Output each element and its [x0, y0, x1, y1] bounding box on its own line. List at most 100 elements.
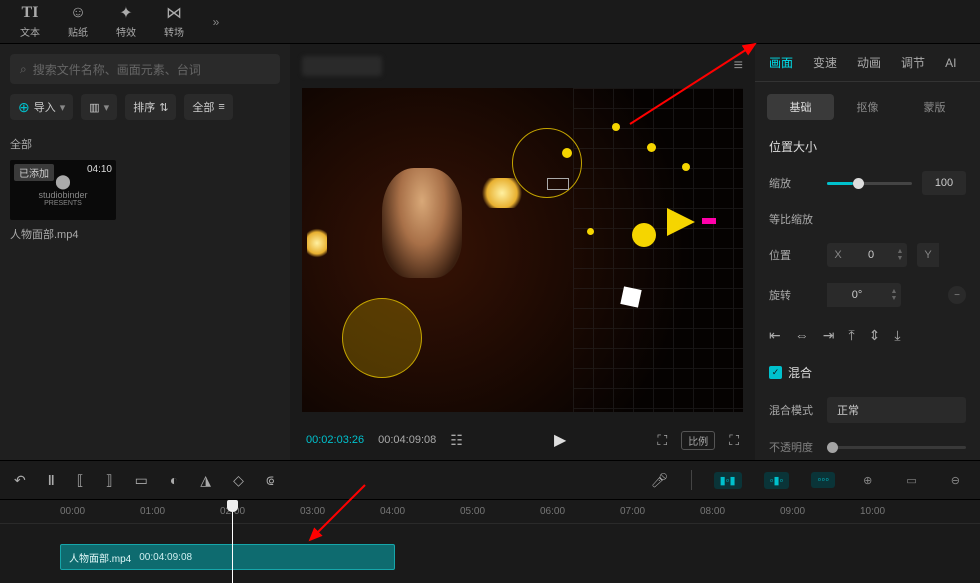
ruler-tick: 00:00 — [60, 506, 85, 517]
tab-adjust[interactable]: 调节 — [891, 44, 935, 82]
timeline[interactable]: 00:00 01:00 02:00 03:00 04:00 05:00 06:0… — [0, 500, 980, 583]
align-right-icon[interactable]: ⇥ — [823, 327, 835, 344]
preview-header: ≡ — [290, 44, 755, 88]
opacity-slider[interactable] — [827, 446, 966, 449]
rotate-icon[interactable]: ◇ — [233, 472, 244, 489]
added-badge: 已添加 — [14, 164, 54, 181]
ruler-tick: 01:00 — [140, 506, 165, 517]
media-toolbar: ⊕ 导入 ▾ ▥ ▾ 排序 ⇅ 全部 ≡ — [10, 94, 280, 120]
import-button[interactable]: ⊕ 导入 ▾ — [10, 94, 73, 120]
ruler-tick: 07:00 — [620, 506, 645, 517]
play-button[interactable]: ▶ — [554, 430, 566, 450]
position-y-input[interactable]: Y — [917, 243, 939, 267]
sort-button[interactable]: 排序 ⇅ — [125, 94, 176, 120]
tab-effects[interactable]: ✦ 特效 — [104, 2, 148, 42]
opacity-row: 不透明度 — [769, 439, 966, 455]
position-row: 位置 X 0 ▲▼ Y — [769, 243, 966, 267]
preview-canvas[interactable] — [302, 88, 743, 412]
record-icon[interactable]: ◐ — [170, 472, 178, 488]
filter-label: 全部 — [192, 99, 214, 115]
search-icon: ⌕ — [20, 62, 27, 77]
tab-text[interactable]: TI 文本 — [8, 2, 52, 42]
subtab-mask[interactable]: 蒙版 — [901, 94, 968, 120]
tab-label: 特效 — [116, 24, 136, 39]
mirror-icon[interactable]: ◮ — [200, 472, 211, 489]
preview-panel: ≡ 00:02 — [290, 44, 755, 460]
tab-label: 文本 — [20, 24, 40, 39]
stepper-icon[interactable]: ▲▼ — [893, 243, 907, 267]
fullscreen-icon[interactable]: ⛶ — [729, 432, 739, 449]
filter-all-button[interactable]: 全部 ≡ — [184, 94, 232, 120]
scale-slider[interactable] — [827, 182, 912, 185]
ruler-tick: 04:00 — [380, 506, 405, 517]
tab-picture[interactable]: 画面 — [759, 44, 803, 82]
split-icon[interactable]: ‖ — [48, 472, 55, 488]
align-bottom-icon[interactable]: ⤓ — [894, 327, 900, 344]
preview-menu-button[interactable]: ≡ — [734, 57, 743, 75]
undo-icon[interactable]: ↶ — [14, 472, 26, 489]
magnet-snap-button[interactable]: ◦▮◦ — [764, 472, 790, 489]
tab-label: 贴纸 — [68, 24, 88, 39]
thumb-filename: 人物面部.mp4 — [10, 226, 116, 242]
blend-mode-row: 混合模式 正常 — [769, 397, 966, 423]
chevron-down-icon: ▾ — [60, 101, 66, 114]
tab-transition[interactable]: ⋈ 转场 — [152, 2, 196, 42]
effects-icon: ✦ — [119, 4, 132, 22]
aspect-ratio-button[interactable]: 比例 — [681, 431, 715, 450]
link-icon[interactable]: ⊕ — [857, 472, 878, 489]
trim-left-icon[interactable]: ⟦ — [77, 472, 84, 489]
expand-tabs-button[interactable]: » — [204, 10, 228, 34]
properties-subtabs: 基础 抠像 蒙版 — [767, 90, 968, 124]
rotate-row: 旋转 0° ▲▼ − — [769, 283, 966, 307]
ratio-scale-row: 等比缩放 — [769, 211, 966, 227]
mix-checkbox[interactable]: ✓ — [769, 366, 782, 379]
video-frame — [302, 88, 743, 412]
magnet-link-button[interactable]: ◦◦◦ — [811, 472, 835, 488]
zoom-icon[interactable]: ⊖ — [945, 472, 966, 489]
focus-icon[interactable]: ⛶ — [657, 432, 667, 449]
tab-ai[interactable]: AI — [935, 44, 966, 82]
video-clip[interactable]: 人物面部.mp4 00:04:09:08 — [60, 544, 395, 570]
keyframe-button[interactable]: − — [948, 286, 966, 304]
align-left-icon[interactable]: ⇤ — [769, 327, 781, 344]
opacity-label: 不透明度 — [769, 439, 817, 455]
blend-mode-label: 混合模式 — [769, 402, 817, 418]
ruler-tick: 06:00 — [540, 506, 565, 517]
stepper-icon[interactable]: ▲▼ — [887, 283, 901, 307]
rotate-label: 旋转 — [769, 287, 817, 303]
thumbnail-image: 已添加 04:10 ⬤ studiobinder PRESENTS — [10, 160, 116, 220]
grid-view-icon: ▥ — [89, 101, 99, 114]
sort-icon: ⇅ — [159, 101, 168, 114]
tab-speed[interactable]: 变速 — [803, 44, 847, 82]
chevron-down-icon: ▾ — [104, 101, 110, 114]
position-x-input[interactable]: X 0 ▲▼ — [827, 243, 907, 267]
tab-animation[interactable]: 动画 — [847, 44, 891, 82]
delete-icon[interactable]: ▭ — [135, 472, 148, 489]
crop-icon[interactable]: ⟃ — [266, 472, 274, 489]
current-time: 00:02:03:26 — [306, 434, 364, 446]
align-top-icon[interactable]: ⤒ — [848, 327, 854, 344]
timeline-ruler[interactable]: 00:00 01:00 02:00 03:00 04:00 05:00 06:0… — [0, 500, 980, 524]
magnet-main-button[interactable]: ▮◦▮ — [714, 472, 742, 489]
scale-value[interactable]: 100 — [922, 171, 966, 195]
mic-icon[interactable]: 🎤︎ — [651, 472, 669, 489]
media-thumbnail[interactable]: 已添加 04:10 ⬤ studiobinder PRESENTS 人物面部.m… — [10, 160, 116, 242]
tab-sticker[interactable]: ☺ 贴纸 — [56, 2, 100, 42]
search-input[interactable]: ⌕ 搜索文件名称、画面元素、台词 — [10, 54, 280, 84]
ratio-scale-label: 等比缩放 — [769, 211, 813, 227]
blend-mode-select[interactable]: 正常 — [827, 397, 966, 423]
subtab-cutout[interactable]: 抠像 — [834, 94, 901, 120]
align-center-v-icon[interactable]: ⇕ — [869, 327, 881, 344]
playhead[interactable] — [232, 500, 233, 583]
list-icon[interactable]: ☷ — [450, 432, 463, 449]
preview-toggle-icon[interactable]: ▭ — [900, 472, 922, 489]
thumb-duration: 04:10 — [87, 164, 112, 175]
trim-right-icon[interactable]: ⟧ — [106, 472, 113, 489]
ruler-tick: 09:00 — [780, 506, 805, 517]
scale-row: 缩放 100 — [769, 171, 966, 195]
view-toggle-button[interactable]: ▥ ▾ — [81, 94, 117, 120]
rotate-input[interactable]: 0° ▲▼ — [827, 283, 901, 307]
subtab-basic[interactable]: 基础 — [767, 94, 834, 120]
align-center-h-icon[interactable]: ⇔ — [795, 327, 809, 344]
timeline-toolbar: ↶ ‖ ⟦ ⟧ ▭ ◐ ◮ ◇ ⟃ 🎤︎ ▮◦▮ ◦▮◦ ◦◦◦ ⊕ ▭ ⊖ — [0, 460, 980, 500]
